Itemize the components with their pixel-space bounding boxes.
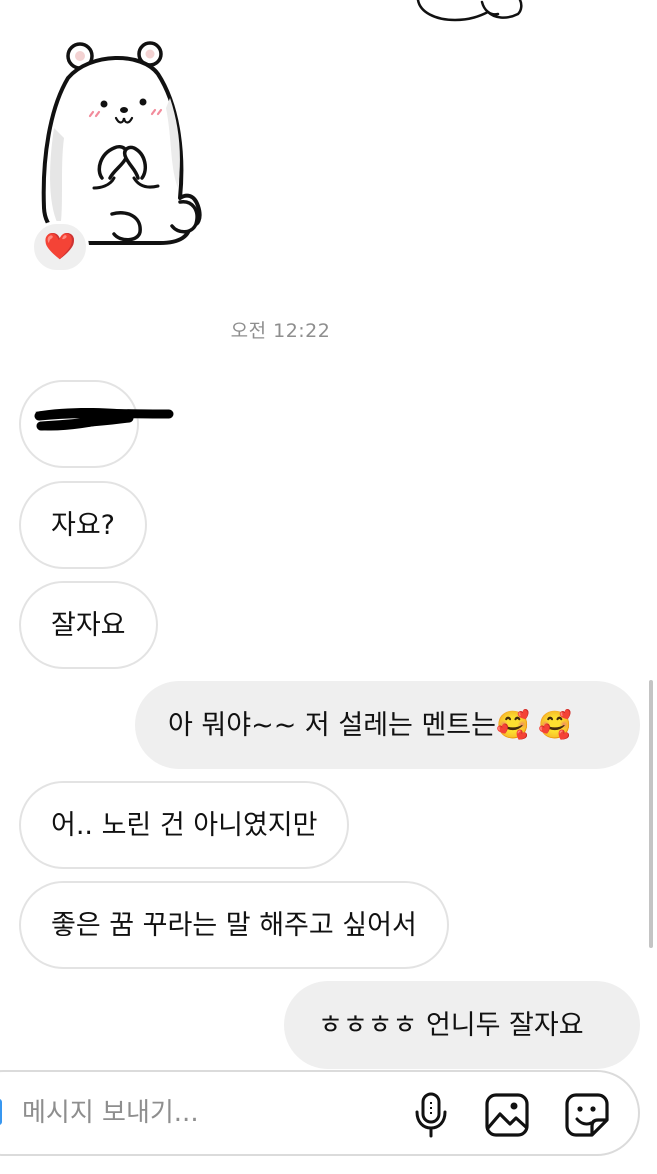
incoming-message[interactable]: 자요? (19, 481, 148, 569)
microphone-button[interactable] (406, 1090, 456, 1140)
message-text: 잘자요 (51, 609, 126, 641)
dm-thread-screen: ❤️ 오전 12:22 자요? 잘자요 아 뭐야~~ 저 설레는 멘트는🥰 🥰 … (0, 0, 657, 1174)
thread-timestamp: 오전 12:22 (230, 320, 331, 342)
message-text: 좋은 꿈 꾸라는 말 해주고 싶어서 (51, 909, 417, 941)
redaction-scribble (34, 408, 174, 431)
heart-reaction[interactable]: ❤️ (31, 221, 89, 273)
thread-scrollbar[interactable] (649, 680, 653, 948)
incoming-message[interactable]: 잘자요 (19, 581, 158, 669)
message-text: 아 뭐야~~ 저 설레는 멘트는🥰 🥰 (168, 709, 572, 741)
message-text: 어.. 노린 건 아니였지만 (51, 809, 318, 841)
camera-button-edge[interactable] (0, 1099, 2, 1125)
sticker-icon (565, 1093, 609, 1137)
incoming-message-redacted[interactable] (19, 380, 174, 468)
outgoing-message[interactable]: ㅎㅎㅎㅎ 언니두 잘자요 (284, 981, 640, 1069)
sticker-button[interactable] (562, 1090, 612, 1140)
incoming-message[interactable]: 좋은 꿈 꾸라는 말 해주고 싶어서 (19, 881, 449, 969)
partial-sticker-top[interactable] (410, 0, 530, 30)
microphone-icon (415, 1092, 447, 1138)
message-text: ㅎㅎㅎㅎ 언니두 잘자요 (318, 1009, 584, 1041)
outgoing-message[interactable]: 아 뭐야~~ 저 설레는 멘트는🥰 🥰 (135, 681, 640, 769)
bottom-safe-area (0, 1160, 657, 1174)
message-text: 자요? (51, 509, 116, 541)
message-input[interactable] (22, 1072, 402, 1154)
gallery-button[interactable] (482, 1090, 532, 1140)
message-composer (0, 1070, 640, 1156)
incoming-message[interactable]: 어.. 노린 건 아니였지만 (19, 781, 350, 869)
gallery-icon (485, 1093, 529, 1137)
reaction-heart-emoji: ❤️ (43, 232, 77, 262)
